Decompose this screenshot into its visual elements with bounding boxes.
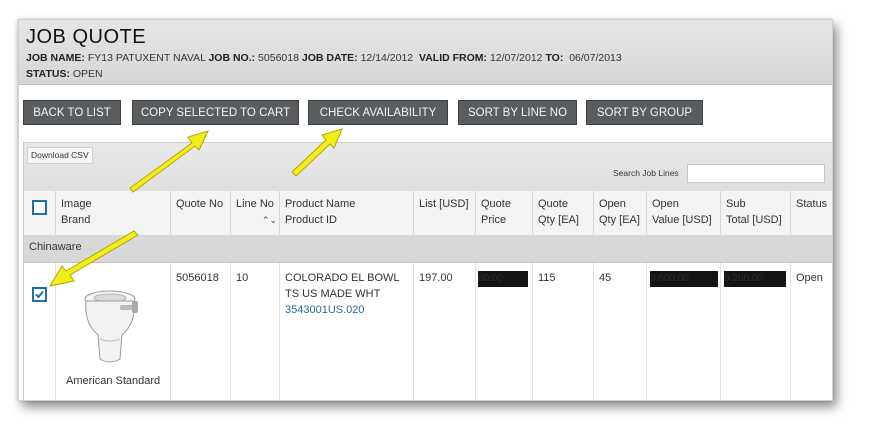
row-select-cell [24, 263, 56, 400]
row-quote-price-cell: 80.00 [476, 263, 533, 400]
row-open-qty: 45 [599, 272, 612, 284]
col-line-no-label: Line No [236, 198, 274, 210]
col-quote-no[interactable]: Quote No [171, 191, 231, 235]
job-name-label: JOB NAME: [26, 52, 85, 64]
col-open-qty[interactable]: Open Qty [EA] [594, 191, 647, 235]
job-date-label: JOB DATE: [301, 52, 358, 64]
row-list: 197.00 [419, 272, 453, 284]
row-quote-no: 5056018 [176, 272, 219, 284]
col-list[interactable]: List [USD] [414, 191, 476, 235]
row-status: Open [796, 272, 823, 284]
sort-updown-icon[interactable]: ⌃⌄ [236, 212, 277, 228]
col-product-name-label: Product Name [285, 198, 356, 210]
toilet-bowl-image[interactable] [76, 283, 146, 369]
row-quote-price-redacted: 80.00 [478, 271, 528, 287]
job-no-label: JOB NO.: [208, 52, 256, 64]
status-line: STATUS: OPEN [26, 68, 103, 80]
col-sub-total-label-2: Total [USD] [726, 214, 782, 226]
col-open-value-label-1: Open [652, 198, 679, 210]
row-product-cell: COLORADO EL BOWL TS US MADE WHT 3543001U… [280, 263, 414, 400]
row-sub-total-cell: 9,200.00 [721, 263, 791, 400]
page-title: JOB QUOTE [26, 26, 147, 48]
valid-from-value: 12/07/2012 [489, 52, 543, 64]
sort-by-line-no-button[interactable]: SORT BY LINE NO [458, 100, 577, 125]
checkmark-icon [35, 290, 44, 299]
row-quote-qty-cell: 115 [533, 263, 594, 400]
row-line-no: 10 [236, 272, 249, 284]
back-to-list-button[interactable]: BACK TO LIST [23, 100, 121, 125]
status-label: STATUS: [26, 68, 70, 80]
col-image-label: Image [61, 198, 92, 210]
row-open-value-redacted: 3,600.00 [650, 271, 718, 287]
job-quote-window: JOB QUOTE JOB NAME: FY13 PATUXENT NAVAL … [18, 19, 833, 401]
row-open-value-cell: 3,600.00 [647, 263, 721, 400]
row-open-qty-cell: 45 [594, 263, 647, 400]
col-quote-price[interactable]: Quote Price [476, 191, 533, 235]
col-image-brand[interactable]: Image Brand [56, 191, 171, 235]
col-open-value[interactable]: Open Value [USD] [647, 191, 721, 235]
sort-by-group-button[interactable]: SORT BY GROUP [586, 100, 703, 125]
col-list-label: List [USD] [419, 198, 469, 210]
row-image-brand-cell: American Standard [56, 263, 171, 400]
job-lines-panel: Download CSV Search Job Lines Image Bran… [23, 142, 832, 400]
job-name-value: FY13 PATUXENT NAVAL [87, 52, 206, 64]
search-job-lines-label: Search Job Lines [613, 168, 679, 178]
col-quote-price-label-1: Quote [481, 198, 511, 210]
job-no-value: 5056018 [258, 52, 299, 64]
select-all-checkbox[interactable] [32, 200, 47, 215]
col-quote-qty-label-2: Qty [EA] [538, 214, 579, 226]
col-quote-price-label-2: Price [481, 214, 507, 226]
group-label: Chinaware [29, 241, 82, 253]
col-quote-no-label: Quote No [176, 198, 224, 210]
table-header: Image Brand Quote No Line No ⌃⌄ Product … [24, 191, 832, 236]
col-status[interactable]: Status [791, 191, 832, 235]
row-product-name-1: COLORADO EL BOWL [285, 272, 400, 284]
col-quote-qty[interactable]: Quote Qty [EA] [533, 191, 594, 235]
valid-to-label: TO: [545, 52, 564, 64]
row-product-id-link[interactable]: 3543001US.020 [285, 302, 409, 318]
row-brand: American Standard [66, 375, 161, 387]
col-open-value-label-2: Value [USD] [652, 214, 712, 226]
download-csv-button[interactable]: Download CSV [27, 147, 93, 164]
col-line-no[interactable]: Line No ⌃⌄ [231, 191, 280, 235]
group-row: Chinaware [24, 235, 832, 263]
col-product-id-label: Product ID [285, 214, 337, 226]
panel-toolbar: Download CSV Search Job Lines [24, 143, 832, 192]
col-open-qty-label-1: Open [599, 198, 626, 210]
col-status-label: Status [796, 198, 828, 210]
status-value: OPEN [72, 68, 103, 80]
row-select-checkbox[interactable] [32, 287, 47, 302]
quote-header: JOB QUOTE JOB NAME: FY13 PATUXENT NAVAL … [19, 20, 832, 85]
row-sub-total-redacted: 9,200.00 [724, 271, 786, 287]
copy-selected-to-cart-button[interactable]: COPY SELECTED TO CART [132, 100, 299, 125]
col-sub-total[interactable]: Sub Total [USD] [721, 191, 791, 235]
col-sub-total-label-1: Sub [726, 198, 746, 210]
row-quote-no-cell: 5056018 [171, 263, 231, 400]
row-status-cell: Open [791, 263, 832, 400]
valid-to-value: 06/07/2013 [569, 52, 622, 64]
row-list-cell: 197.00 [414, 263, 476, 400]
select-all-cell [24, 191, 56, 235]
col-open-qty-label-2: Qty [EA] [599, 214, 640, 226]
col-quote-qty-label-1: Quote [538, 198, 568, 210]
job-meta-line: JOB NAME: FY13 PATUXENT NAVAL JOB NO.: 5… [26, 52, 622, 64]
row-quote-qty: 115 [538, 272, 556, 284]
col-brand-label: Brand [61, 214, 91, 226]
table-row: American Standard 5056018 10 COLORADO EL… [24, 263, 832, 400]
row-line-no-cell: 10 [231, 263, 280, 400]
valid-from-label: VALID FROM: [419, 52, 488, 64]
row-product-name-2: TS US MADE WHT [285, 288, 381, 300]
job-date-value: 12/14/2012 [360, 52, 414, 64]
check-availability-button[interactable]: CHECK AVAILABILITY [308, 100, 448, 125]
search-job-lines-input[interactable] [687, 164, 825, 183]
col-product[interactable]: Product Name Product ID [280, 191, 414, 235]
